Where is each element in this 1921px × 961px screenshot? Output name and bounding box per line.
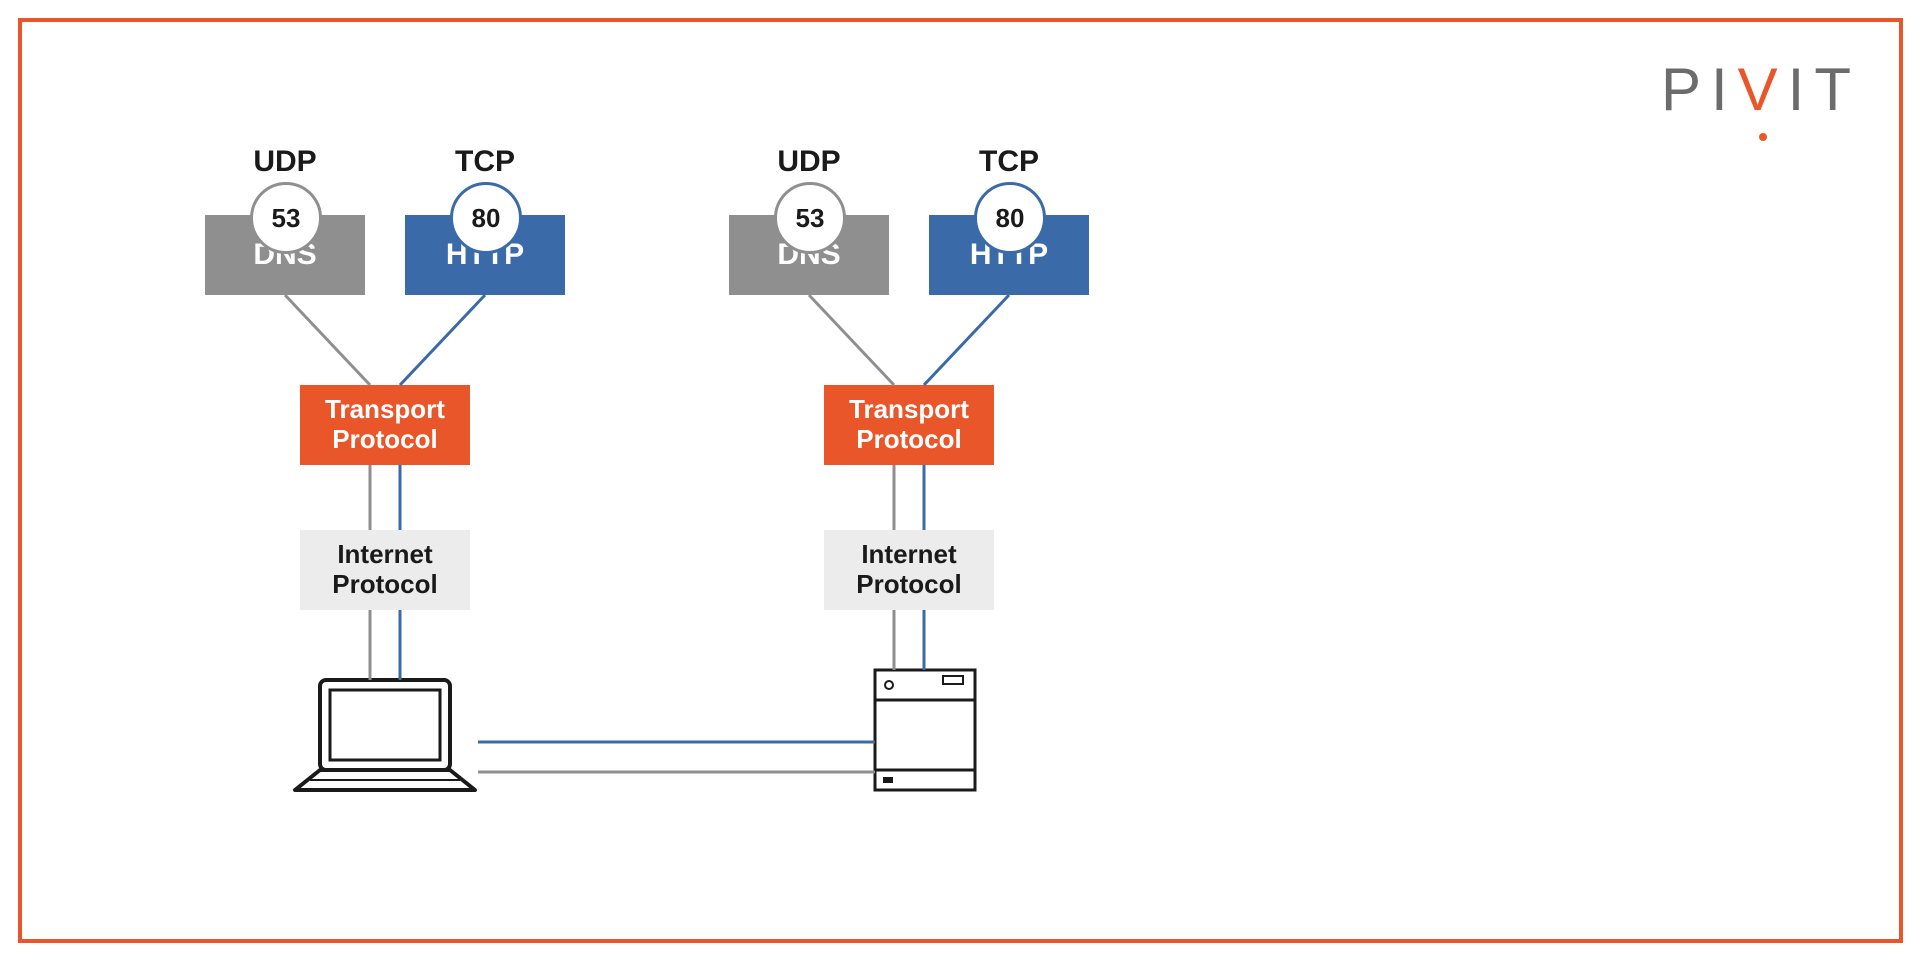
dns-port-circle-left: 53 [250,182,322,254]
ip-l2-right: Protocol [856,570,961,600]
pivit-logo: PIVIT [1661,55,1861,124]
transport-box-left: Transport Protocol [300,385,470,465]
ip-l1-left: Internet [337,540,432,570]
transport-l2-left: Protocol [332,425,437,455]
tcp-label-right: TCP [969,145,1049,179]
ip-box-right: Internet Protocol [824,530,994,610]
transport-l2-right: Protocol [856,425,961,455]
udp-label-left: UDP [245,145,325,179]
ip-box-left: Internet Protocol [300,530,470,610]
ip-l2-left: Protocol [332,570,437,600]
http-port-left: 80 [472,203,501,234]
ip-l1-right: Internet [861,540,956,570]
dns-port-right: 53 [796,203,825,234]
transport-l1-left: Transport [325,395,445,425]
http-port-right: 80 [996,203,1025,234]
tcp-label-left: TCP [445,145,525,179]
transport-l1-right: Transport [849,395,969,425]
udp-label-right: UDP [769,145,849,179]
http-port-circle-right: 80 [974,182,1046,254]
http-port-circle-left: 80 [450,182,522,254]
dns-port-left: 53 [272,203,301,234]
transport-box-right: Transport Protocol [824,385,994,465]
dns-port-circle-right: 53 [774,182,846,254]
